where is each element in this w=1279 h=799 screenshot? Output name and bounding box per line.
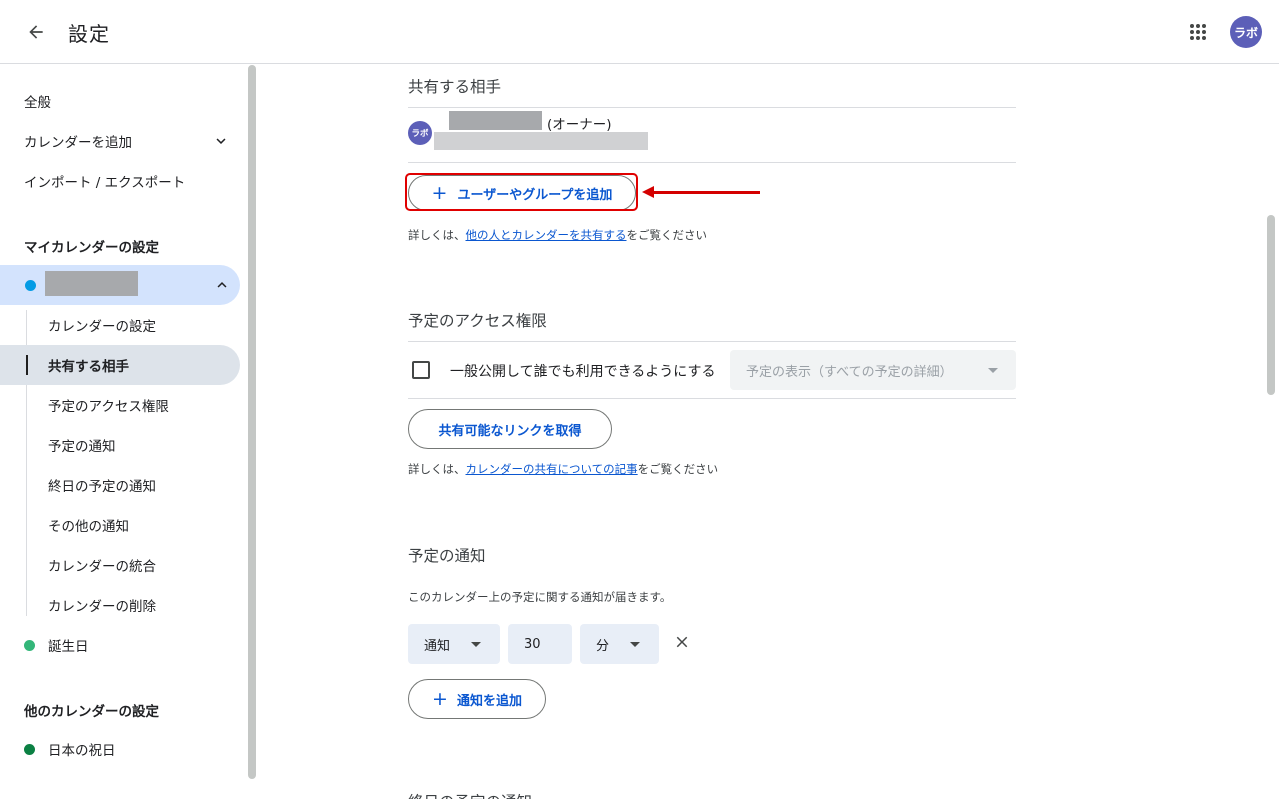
- annotation-highlight-box: [405, 173, 638, 211]
- sidebar-sub-calendar-settings[interactable]: カレンダーの設定: [26, 305, 240, 345]
- settings-sidebar: 全般 カレンダーを追加 インポート / エクスポート マイカレンダーの設定 カレ…: [0, 65, 256, 799]
- sidebar-item-birthdays[interactable]: 誕生日: [0, 625, 240, 665]
- arrow-left-icon: [29, 25, 43, 39]
- notification-unit-select[interactable]: 分: [580, 624, 659, 664]
- owner-role-label: (オーナー): [547, 117, 612, 133]
- account-avatar[interactable]: ラボ: [1230, 16, 1262, 48]
- main-scrollbar[interactable]: [1267, 215, 1275, 395]
- visibility-select-value: 予定の表示（すべての予定の詳細）: [746, 364, 953, 380]
- sidebar-item-general[interactable]: 全般: [0, 81, 240, 121]
- sidebar-item-label: カレンダーを追加: [24, 135, 132, 151]
- sidebar-sub-notifications[interactable]: 予定の通知: [26, 425, 240, 465]
- notification-amount-input[interactable]: 30: [508, 624, 572, 664]
- divider: [408, 341, 1016, 342]
- access-help-text: 詳しくは、カレンダーの共有についての記事をご覧ください: [408, 462, 719, 476]
- dropdown-caret-icon: [471, 642, 481, 647]
- sidebar-sub-delete[interactable]: カレンダーの削除: [26, 585, 240, 625]
- settings-main: 共有する相手 ラボ (オーナー) + ユーザーやグループを追加 詳しくは、他の人…: [256, 65, 1279, 799]
- get-shareable-link-button[interactable]: 共有可能なリンクを取得: [408, 409, 612, 449]
- notification-unit-value: 分: [596, 638, 610, 654]
- redacted-calendar-name: [45, 271, 138, 296]
- public-checkbox[interactable]: [412, 361, 430, 379]
- sidebar-sub-sharing[interactable]: 共有する相手: [26, 345, 240, 385]
- allday-notifications-section-title: 終日の予定の通知: [408, 790, 532, 799]
- dropdown-caret-icon: [988, 368, 998, 373]
- sidebar-item-label: 日本の祝日: [48, 743, 116, 759]
- sidebar-sub-allday-notifications[interactable]: 終日の予定の通知: [26, 465, 240, 505]
- annotation-arrow-line: [652, 191, 760, 194]
- notification-type-select[interactable]: 通知: [408, 624, 500, 664]
- sidebar-item-holidays[interactable]: 日本の祝日: [0, 729, 240, 769]
- apps-grid-icon: [1190, 24, 1206, 40]
- dropdown-caret-icon: [630, 642, 640, 647]
- my-calendars-heading: マイカレンダーの設定: [24, 240, 159, 256]
- divider: [408, 398, 1016, 399]
- visibility-select: 予定の表示（すべての予定の詳細）: [730, 350, 1016, 390]
- calendar-color-dot: [24, 639, 35, 651]
- notifications-section-title: 予定の通知: [408, 547, 486, 565]
- chevron-up-icon[interactable]: [213, 276, 231, 294]
- apps-button[interactable]: [1182, 16, 1214, 48]
- sidebar-sub-access[interactable]: 予定のアクセス権限: [26, 385, 240, 425]
- plus-icon: +: [432, 688, 448, 710]
- divider: [408, 107, 1016, 108]
- other-calendars-heading: 他のカレンダーの設定: [24, 704, 159, 720]
- notification-type-value: 通知: [424, 638, 451, 654]
- page-title: 設定: [68, 22, 110, 46]
- sharing-help-text: 詳しくは、他の人とカレンダーを共有するをご覧ください: [408, 228, 707, 242]
- sidebar-scrollbar[interactable]: [248, 65, 256, 779]
- annotation-arrow-head: [642, 186, 654, 198]
- close-icon[interactable]: [673, 633, 691, 651]
- sidebar-sub-other-notifications[interactable]: その他の通知: [26, 505, 240, 545]
- calendar-color-dot: [25, 280, 36, 291]
- divider: [408, 162, 1016, 163]
- back-button[interactable]: [20, 16, 52, 48]
- calendar-color-dot: [24, 743, 35, 755]
- add-notification-label: 通知を追加: [456, 693, 522, 709]
- sidebar-item-label: 誕生日: [48, 639, 89, 655]
- sharing-section-title: 共有する相手: [408, 78, 502, 96]
- access-section-title: 予定のアクセス権限: [408, 312, 547, 330]
- add-notification-button[interactable]: + 通知を追加: [408, 679, 546, 719]
- sidebar-item-import-export[interactable]: インポート / エクスポート: [0, 161, 240, 201]
- top-header: 設定 ラボ: [0, 0, 1279, 64]
- redacted-owner-email: [434, 132, 648, 150]
- access-help-link[interactable]: カレンダーの共有についての記事: [466, 462, 638, 476]
- sidebar-sub-integrate[interactable]: カレンダーの統合: [26, 545, 240, 585]
- public-checkbox-label: 一般公開して誰でも利用できるようにする: [450, 364, 716, 380]
- sharing-help-link[interactable]: 他の人とカレンダーを共有する: [466, 228, 627, 242]
- chevron-down-icon: [216, 138, 226, 144]
- owner-avatar: ラボ: [408, 121, 432, 145]
- redacted-owner-name: [449, 111, 542, 130]
- notifications-description: このカレンダー上の予定に関する通知が届きます。: [408, 590, 672, 604]
- sidebar-item-add-calendar[interactable]: カレンダーを追加: [0, 121, 240, 161]
